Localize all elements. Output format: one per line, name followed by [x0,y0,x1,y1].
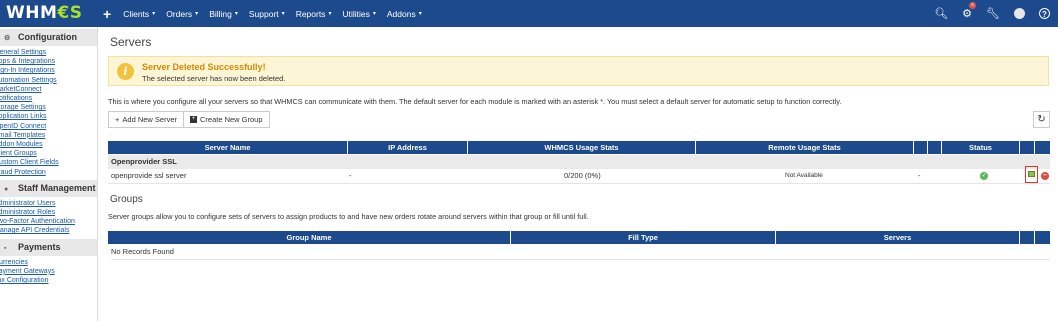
button-group: + Add New Server + Create New Group [108,111,270,128]
sidebar-item[interactable]: Application Links [0,112,97,121]
sidebar-item[interactable]: Custom Client Fields [0,158,97,167]
sidebar-item[interactable]: Apps & Integrations [0,57,97,66]
col-blank-4 [1035,141,1050,154]
groups-table-header: Group Name Fill Type Servers [108,231,1050,244]
col-blank-6 [1035,231,1050,244]
nav-billing[interactable]: Billing ▾ [209,9,238,19]
sidebar-item[interactable]: Storage Settings [0,103,97,112]
wrench-icon[interactable]: 🔧︎ [986,7,1000,20]
check-icon: ✓ [980,172,988,181]
nav-support[interactable]: Support ▾ [249,9,285,19]
sidebar-heading-staff[interactable]: ● Staff Management [0,179,97,197]
sidebar-item[interactable]: Addon Modules [0,140,97,149]
col-server-name[interactable]: Server Name [108,141,348,154]
sidebar-item[interactable]: Currencies [0,258,97,267]
top-navbar: WHM€S + Clients ▾ Orders ▾ Billing ▾ Suppor… [0,0,1058,27]
edit-icon[interactable] [1028,171,1035,177]
nav-clients[interactable]: Clients ▾ [123,9,155,19]
remote-stats-cell: Not Available [785,172,823,179]
ip-address-cell: - [349,171,352,180]
col-whmcs-usage[interactable]: WHMCS Usage Stats [468,141,696,154]
col-blank-2 [928,141,942,154]
sidebar-item[interactable]: Sign-In Integrations [0,66,97,75]
sidebar-item[interactable]: Administrator Users [0,199,97,208]
info-icon: i [117,63,134,80]
add-new-server-button[interactable]: + Add New Server [108,111,184,128]
sidebar-item[interactable]: MarketConnect [0,85,97,94]
create-new-group-button[interactable]: + Create New Group [184,111,270,128]
sidebar-configuration-list: General Settings Apps & Integrations Sig… [0,48,97,177]
col-blank-5 [1020,231,1035,244]
search-icon[interactable]: 🔍︎ [934,7,948,20]
sidebar-heading-payments[interactable]: ▪ Payments [0,238,97,256]
sidebar-item[interactable]: Automation Settings [0,76,97,85]
sidebar-item[interactable]: Payment Gateways [0,267,97,276]
sidebar-item[interactable]: OpenID Connect [0,122,97,131]
sidebar-item[interactable]: General Settings [0,48,97,57]
extra-cell: - [918,171,921,180]
col-status[interactable]: Status [942,141,1020,154]
alert-title: Server Deleted Successfully! [142,62,266,72]
servers-table-header: Server Name IP Address WHMCS Usage Stats… [108,141,1050,154]
delete-icon[interactable]: – [1041,172,1049,180]
gear-icon: ⚙ [4,35,11,42]
sidebar-item[interactable]: Manage API Credentials [0,226,97,235]
sidebar-payments-list: Currencies Payment Gateways Tax Configur… [0,258,97,286]
col-remote-usage[interactable]: Remote Usage Stats [696,141,914,154]
avatar[interactable] [1014,8,1025,19]
top-icons: 🔍︎ ⚙ x 🔧︎ ? [934,0,1050,27]
col-blank-1 [914,141,928,154]
nav-orders[interactable]: Orders ▾ [166,9,198,19]
sidebar-item[interactable]: Administrator Roles [0,208,97,217]
main-nav: + Clients ▾ Orders ▾ Billing ▾ Support ▾ Rep… [103,0,422,27]
payment-icon: ▪ [4,244,7,252]
refresh-icon: ↻ [1037,114,1046,125]
col-fill-type[interactable]: Fill Type [511,231,776,244]
no-records-row: No Records Found [111,245,1050,260]
page-title: Servers [110,35,152,49]
status-cell: ✓ [980,169,988,183]
success-alert: i Server Deleted Successfully! The selec… [108,56,1049,86]
sidebar-heading-configuration[interactable]: ⚙ Configuration [0,29,97,46]
sidebar-item[interactable]: Fraud Protection [0,168,97,177]
sidebar-item[interactable]: Two-Factor Authentication [0,217,97,226]
nav-addons[interactable]: Addons ▾ [387,9,422,19]
server-name-cell[interactable]: openprovide ssl server [111,169,186,183]
help-icon[interactable]: ? [1039,8,1050,19]
notifications-icon[interactable]: ⚙ x [962,2,977,20]
groups-title: Groups [110,194,143,205]
usage-stats-cell: 0/200 (0%) [564,171,601,180]
col-ip-address[interactable]: IP Address [348,141,468,154]
refresh-button[interactable]: ↻ [1033,111,1050,128]
sidebar-item[interactable]: Email Templates [0,131,97,140]
users-icon: ● [4,185,9,193]
quick-add-icon[interactable]: + [103,6,111,22]
col-servers[interactable]: Servers [776,231,1020,244]
sidebar-item[interactable]: Client Groups [0,149,97,158]
sidebar: ⚙Configuration General Settings Apps & I… [0,27,98,321]
sidebar-item[interactable]: Notifications [0,94,97,103]
sidebar-staff-list: Administrator Users Administrator Roles … [0,199,97,236]
alert-message: The selected server has now been deleted… [142,74,286,83]
edit-highlight[interactable] [1025,166,1038,183]
nav-utilities[interactable]: Utilities ▾ [342,9,375,19]
col-group-name[interactable]: Group Name [108,231,511,244]
plus-icon: + [115,115,120,124]
whmcs-logo[interactable]: WHM€S [6,3,82,23]
plus-square-icon: + [190,116,197,123]
col-blank-3 [1020,141,1035,154]
servers-intro-text: This is where you configure all your ser… [108,97,842,106]
groups-intro-text: Server groups allow you to configure set… [108,212,589,221]
sidebar-item[interactable]: Tax Configuration [0,276,97,285]
server-group-row: Openprovider SSL [108,155,1050,169]
nav-reports[interactable]: Reports ▾ [296,9,332,19]
notification-badge: x [969,2,977,9]
table-row: openprovide ssl server - 0/200 (0%) Not … [108,166,1050,184]
